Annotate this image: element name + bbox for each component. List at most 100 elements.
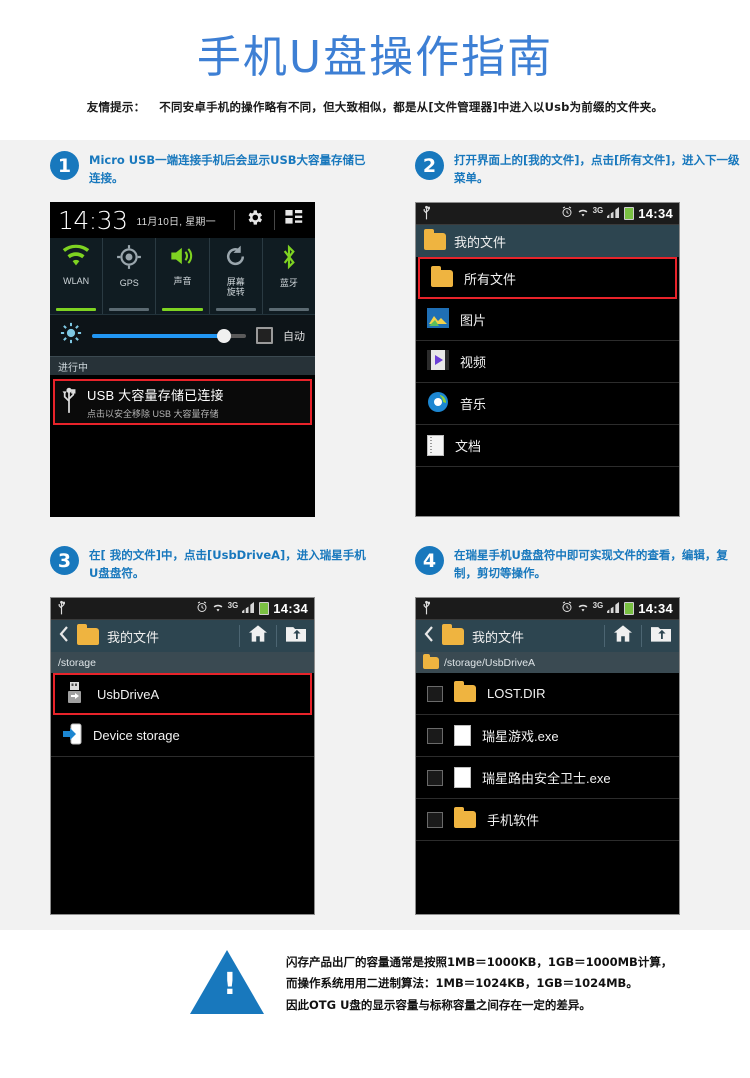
volume-icon xyxy=(169,244,197,273)
row-checkbox[interactable] xyxy=(427,811,443,828)
list-item-label: 所有文件 xyxy=(464,271,517,287)
network-type-label: 3G xyxy=(227,601,239,610)
folder-icon xyxy=(454,807,476,828)
divider xyxy=(239,625,240,647)
toggle-bluetooth-label: 蓝牙 xyxy=(279,278,298,288)
picture-icon xyxy=(427,308,449,331)
list-item-pictures[interactable]: 图片 xyxy=(416,299,679,341)
screen-2-title: 我的文件 xyxy=(454,234,507,250)
document-icon xyxy=(427,435,444,456)
toggle-wlan[interactable]: WLAN xyxy=(50,238,104,314)
screen-4-title-bar: 我的文件 xyxy=(416,620,679,652)
list-item-label: 瑞星游戏.exe xyxy=(482,729,559,744)
home-icon[interactable] xyxy=(614,625,632,647)
statusbar-clock: 14:34 xyxy=(638,206,673,221)
step-1: 1 Micro USB一端连接手机后会显示USB大容量存储已连接。 14:33 … xyxy=(0,140,375,517)
table-row[interactable]: LOST.DIR xyxy=(416,673,679,715)
battery-icon xyxy=(624,207,635,220)
folder-icon xyxy=(442,623,464,645)
bluetooth-icon xyxy=(278,244,300,275)
step-4-badge: 4 xyxy=(415,546,444,575)
usb-drive-icon xyxy=(66,681,86,707)
back-chevron-icon[interactable] xyxy=(424,625,434,647)
steps-row-1: 1 Micro USB一端连接手机后会显示USB大容量存储已连接。 14:33 … xyxy=(0,140,750,517)
page-header: 手机U盘操作指南 友情提示： 不同安卓手机的操作略有不同，但大致相似，都是从[文件… xyxy=(0,0,750,115)
row-checkbox[interactable] xyxy=(427,685,443,702)
statusbar-right: 3G 14:34 xyxy=(561,206,673,221)
table-row[interactable]: 瑞星游戏.exe xyxy=(416,715,679,757)
toggle-sound-label: 声音 xyxy=(173,276,192,286)
row-checkbox[interactable] xyxy=(427,727,443,744)
wifi-icon xyxy=(577,602,589,616)
back-chevron-icon[interactable] xyxy=(59,625,69,647)
list-item-videos[interactable]: 视频 xyxy=(416,341,679,383)
list-item-usbdrivea[interactable]: UsbDriveA xyxy=(53,673,312,715)
auto-brightness-checkbox[interactable] xyxy=(256,327,273,344)
toggle-sound[interactable]: 声音 xyxy=(156,238,210,314)
screen-3-title-bar: 我的文件 xyxy=(51,620,314,652)
wifi-icon xyxy=(212,602,224,616)
step-1-badge: 1 xyxy=(50,151,79,180)
network-type-label: 3G xyxy=(592,206,604,215)
signal-icon xyxy=(242,601,255,616)
device-storage-icon xyxy=(62,723,82,748)
step-2-header: 2 打开界面上的[我的文件]，点击[所有文件]，进入下一级菜单。 xyxy=(415,140,750,202)
brightness-icon xyxy=(60,322,82,349)
step-2-badge: 2 xyxy=(415,151,444,180)
list-item-label: UsbDriveA xyxy=(97,686,160,702)
screen-3-file-list: UsbDriveA Device storage xyxy=(51,673,314,757)
list-item-device-storage[interactable]: Device storage xyxy=(51,715,314,757)
toggle-sound-state xyxy=(162,308,203,311)
divider xyxy=(274,210,275,230)
screen-1-topbar-icons xyxy=(234,208,307,232)
brightness-slider-knob[interactable] xyxy=(216,328,231,343)
toggle-gps-label: GPS xyxy=(119,278,139,288)
screen-3-path: /storage xyxy=(51,652,314,673)
folder-icon xyxy=(454,681,476,702)
home-icon[interactable] xyxy=(249,625,267,647)
table-row[interactable]: 手机软件 xyxy=(416,799,679,841)
up-folder-icon[interactable] xyxy=(286,625,306,647)
toggle-bluetooth-state xyxy=(268,308,310,311)
toggle-bluetooth[interactable]: 蓝牙 xyxy=(263,238,315,314)
list-item-label: 音乐 xyxy=(460,397,487,412)
brightness-slider[interactable] xyxy=(92,328,246,343)
usb-notification-title: USB 大容量存储已连接 xyxy=(87,387,224,403)
folder-icon xyxy=(431,265,453,287)
divider xyxy=(641,625,642,647)
toggle-screen-rotation-label: 屏幕 旋转 xyxy=(226,277,245,298)
list-item-music[interactable]: 音乐 xyxy=(416,383,679,425)
screen-3-storage-list: 3G 14:34 我的文件 /storage UsbDriveA Device … xyxy=(50,597,315,915)
list-item-documents[interactable]: 文档 xyxy=(416,425,679,467)
toggle-wlan-state xyxy=(56,308,97,311)
wifi-icon xyxy=(61,244,91,273)
alarm-icon xyxy=(561,206,573,221)
date-label: 11月10日, 星期一 xyxy=(136,216,216,228)
quick-toggle-grid: WLAN GPS 声音 屏幕 旋转 蓝牙 xyxy=(50,238,315,314)
table-row[interactable]: 瑞星路由安全卫士.exe xyxy=(416,757,679,799)
list-item-all-files[interactable]: 所有文件 xyxy=(418,257,677,299)
up-folder-icon[interactable] xyxy=(651,625,671,647)
step-4-header: 4 在瑞星手机U盘盘符中即可实现文件的查看，编辑，复制，剪切等操作。 xyxy=(415,535,750,597)
statusbar-clock: 14:34 xyxy=(273,601,308,616)
step-4-text: 在瑞星手机U盘盘符中即可实现文件的查看，编辑，复制，剪切等操作。 xyxy=(454,548,728,580)
toggle-screen-rotation[interactable]: 屏幕 旋转 xyxy=(210,238,263,314)
gear-icon[interactable] xyxy=(245,208,264,232)
alarm-icon xyxy=(196,601,208,616)
usb-notification[interactable]: USB 大容量存储已连接 点击以安全移除 USB 大容量存储 xyxy=(53,379,312,425)
usb-icon xyxy=(422,205,431,223)
battery-icon xyxy=(259,602,270,615)
tip-text: 不同安卓手机的操作略有不同，但大致相似，都是从[文件管理器]中进入以Usb为前缀… xyxy=(159,100,664,114)
alarm-icon xyxy=(561,601,573,616)
list-item-label: Device storage xyxy=(93,728,180,743)
tip-line: 友情提示： 不同安卓手机的操作略有不同，但大致相似，都是从[文件管理器]中进入以U… xyxy=(0,99,750,115)
warning-triangle-icon: ! xyxy=(190,950,264,1014)
row-checkbox[interactable] xyxy=(427,769,443,786)
grid-icon[interactable] xyxy=(285,209,305,231)
signal-icon xyxy=(607,206,620,221)
toggle-gps[interactable]: GPS xyxy=(103,238,157,314)
divider xyxy=(234,210,235,230)
step-3: 3 在[ 我的文件]中，点击[UsbDriveA]，进入瑞星手机U盘盘符。 3G… xyxy=(0,535,375,915)
brightness-slider-fill xyxy=(92,333,222,338)
warning-line-1: 闪存产品出厂的容量通常是按照1MB＝1000KB，1GB＝1000MB计算， xyxy=(286,955,673,969)
